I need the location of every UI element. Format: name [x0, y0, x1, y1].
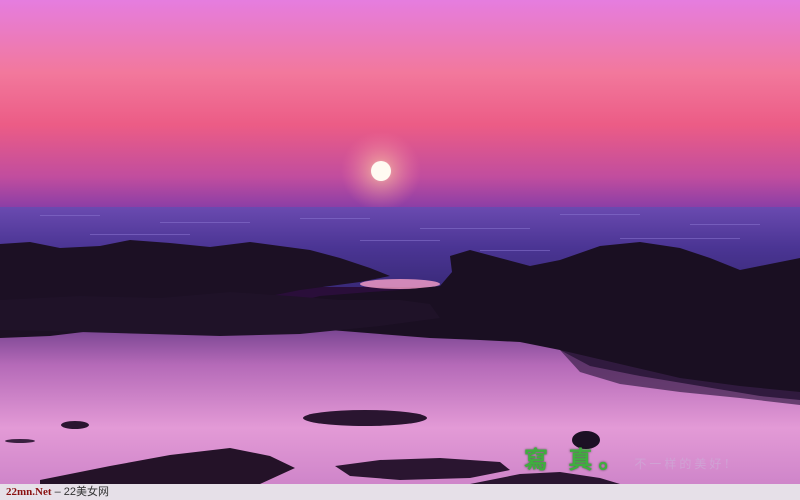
sun — [371, 161, 391, 181]
watermark-slogan: 不一样的美好! — [634, 457, 733, 471]
watermark: 寫 真。 不一样的美好! — [524, 440, 732, 475]
sunset-photo — [0, 0, 800, 500]
watermark-dot: 。 — [598, 445, 629, 474]
site-separator: – — [51, 486, 64, 498]
site-name: 22美女网 — [63, 486, 110, 498]
footer-text: 22mn.Net – 22美女网 — [6, 485, 109, 499]
fg-rock-1 — [303, 410, 427, 426]
sunset-scene-svg — [0, 0, 800, 500]
watermark-main: 寫 真 — [524, 445, 599, 474]
site-footer-bar: 22mn.Net – 22美女网 — [0, 484, 800, 500]
fg-rock-2 — [61, 421, 89, 429]
site-url: 22mn.Net — [6, 486, 52, 498]
fg-rock-7 — [5, 439, 35, 443]
